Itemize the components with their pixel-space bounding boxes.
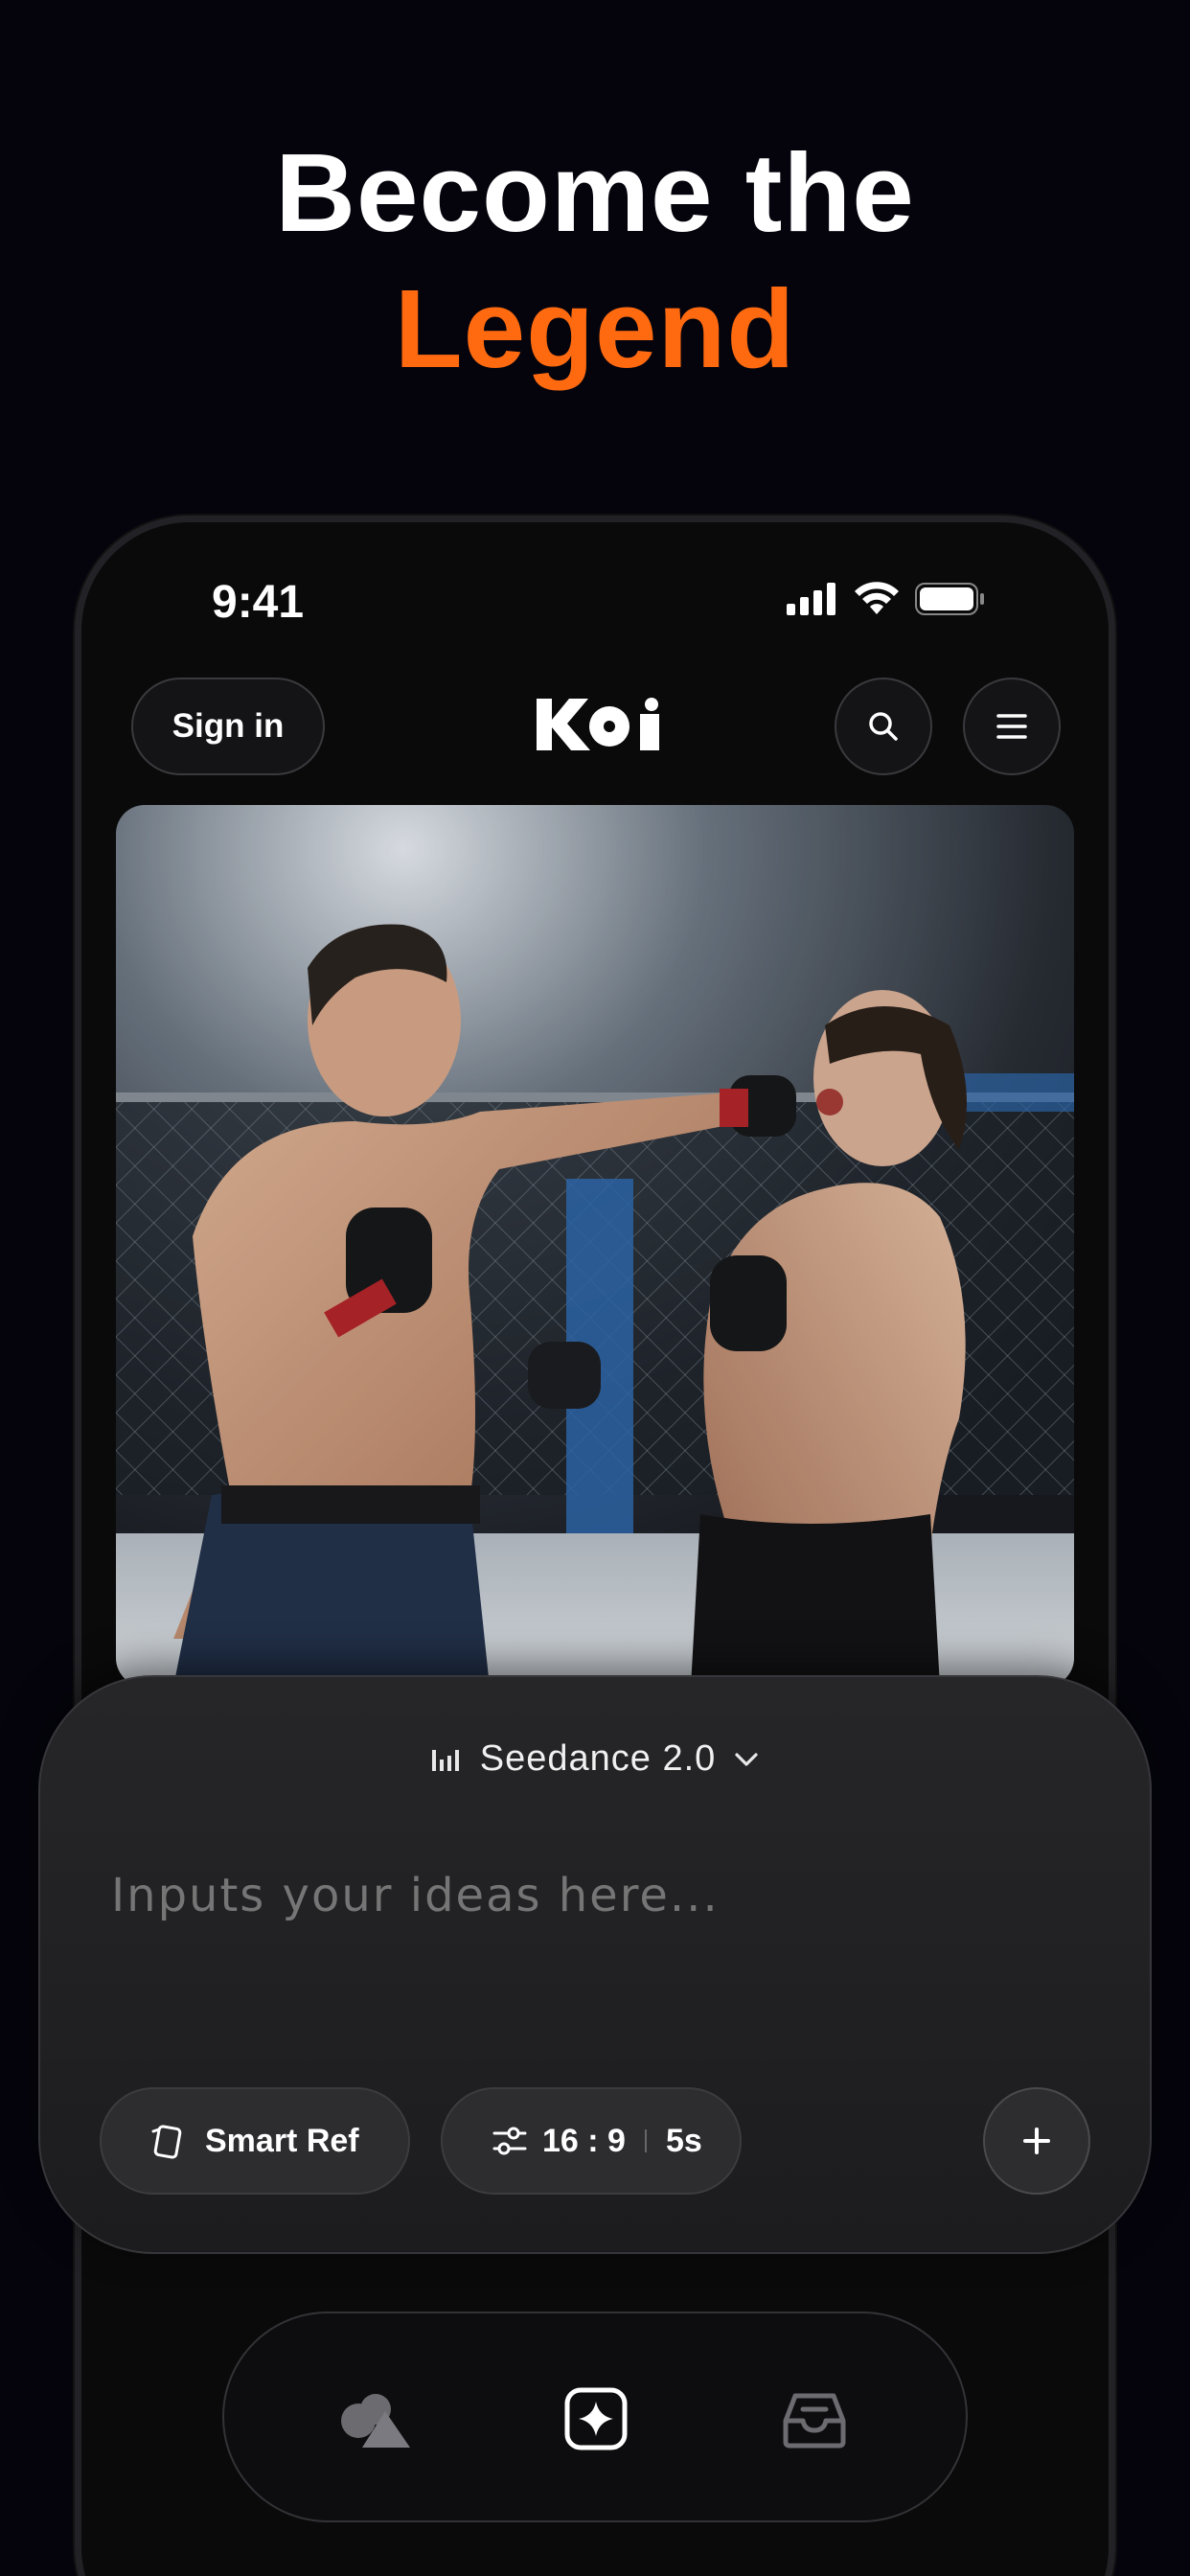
koi-logo xyxy=(537,698,659,750)
tab-create[interactable] xyxy=(538,2361,653,2476)
aspect-ratio: 16 : 9 xyxy=(542,2122,626,2159)
divider xyxy=(644,2129,647,2152)
model-name: Seedance 2.0 xyxy=(479,1738,717,1779)
hamburger-menu-icon xyxy=(996,714,1027,739)
headline: Become the Legend xyxy=(0,125,1190,397)
phone-frame: 9:41 Sign in xyxy=(75,516,1115,2576)
top-bar: Sign in xyxy=(81,666,1109,781)
add-button[interactable] xyxy=(983,2087,1090,2195)
tab-library[interactable] xyxy=(757,2361,872,2476)
sliders-icon xyxy=(492,2127,527,2155)
headline-line-2: Legend xyxy=(394,266,796,391)
status-icons xyxy=(787,582,986,616)
status-bar: 9:41 xyxy=(81,522,1109,666)
bars-icon xyxy=(431,1749,459,1771)
prompt-composer: Seedance 2.0 Smart Ref 16 : 9 5s xyxy=(38,1675,1152,2254)
fighters-photo xyxy=(116,805,1074,1687)
smart-ref-icon xyxy=(151,2125,182,2159)
model-selector[interactable]: Seedance 2.0 xyxy=(40,1738,1150,1780)
plus-icon xyxy=(1023,2128,1050,2154)
search-button[interactable] xyxy=(835,678,932,775)
signal-icon xyxy=(787,583,835,615)
sign-in-button[interactable]: Sign in xyxy=(131,678,325,775)
headline-line-1: Become the xyxy=(275,130,915,255)
chevron-down-icon xyxy=(735,1752,758,1766)
shapes-icon xyxy=(341,2394,410,2448)
menu-button[interactable] xyxy=(963,678,1061,775)
battery-icon xyxy=(915,583,984,615)
smart-ref-label: Smart Ref xyxy=(205,2122,359,2159)
prompt-input[interactable] xyxy=(111,1869,1069,1922)
status-time: 9:41 xyxy=(212,577,305,628)
sparkle-icon xyxy=(564,2387,628,2450)
hero-image xyxy=(116,805,1074,1687)
smart-ref-button[interactable]: Smart Ref xyxy=(100,2087,410,2195)
inbox-icon xyxy=(783,2393,846,2449)
search-icon xyxy=(869,712,898,741)
bottom-tab-bar xyxy=(222,2312,968,2522)
tab-explore[interactable] xyxy=(318,2361,433,2476)
duration: 5s xyxy=(665,2122,702,2159)
settings-button[interactable]: 16 : 9 5s xyxy=(441,2087,742,2195)
wifi-icon xyxy=(855,582,899,614)
